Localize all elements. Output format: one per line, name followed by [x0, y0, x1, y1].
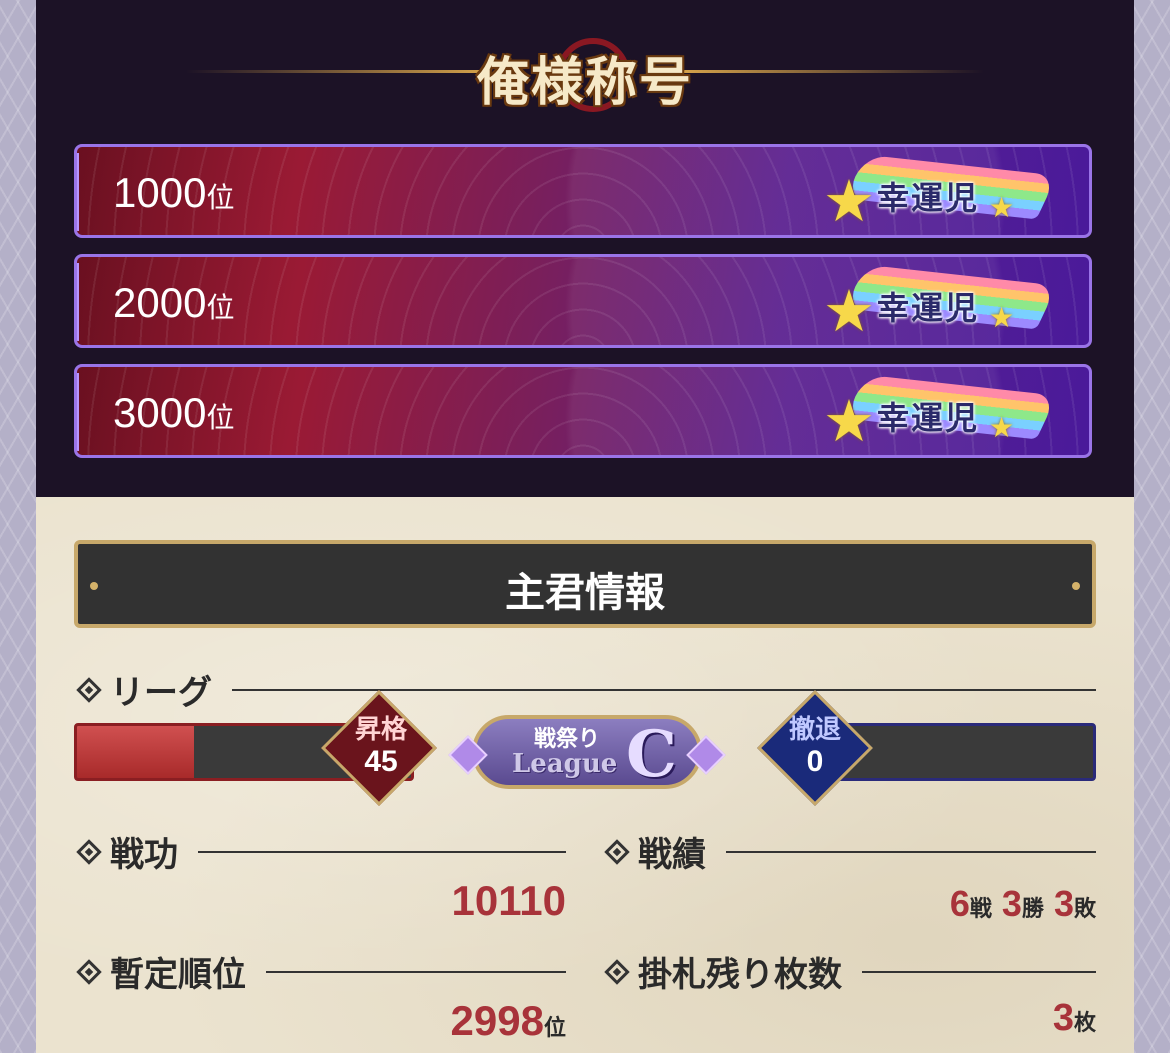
small-star-icon: ★: [989, 411, 1015, 444]
star-icon: ★: [823, 277, 875, 345]
badge-label: 幸運児: [877, 179, 980, 217]
badge-label: 幸運児: [877, 289, 980, 327]
rank-reward-row[interactable]: 1000位 ★ ★ 幸運児: [74, 144, 1092, 238]
section-header: 主君情報: [74, 540, 1096, 628]
diamond-icon: [76, 676, 102, 703]
diamond-icon: [76, 958, 102, 985]
league-status-bar: 昇格 45 戦祭り League C 撤退 0: [74, 690, 1096, 806]
league-letter: C: [626, 717, 677, 792]
record-heading: 戦績: [602, 827, 1096, 876]
section-title: 俺様称号: [476, 52, 693, 113]
right-border-pattern: [1134, 0, 1170, 1053]
star-icon: ★: [823, 167, 875, 235]
diamond-icon: [604, 838, 630, 865]
title-rewards-section: 俺様称号 1000位 ★ ★ 幸運児 2000位 ★ ★ 幸運児 3000位 ★…: [36, 0, 1134, 497]
retreat-value: 0: [806, 745, 824, 778]
rank-label: 2000位: [113, 279, 235, 326]
wing-left-icon: [448, 735, 488, 775]
provisional-rank-value: 2998位: [450, 997, 566, 1044]
main-panel: 俺様称号 1000位 ★ ★ 幸運児 2000位 ★ ★ 幸運児 3000位 ★…: [36, 0, 1134, 1053]
diamond-icon: [76, 838, 102, 865]
star-icon: ★: [823, 387, 875, 455]
rank-label: 1000位: [113, 169, 235, 216]
title-area: 俺様称号: [36, 20, 1134, 120]
heading-rule: [266, 970, 566, 973]
rank-label: 3000位: [113, 389, 235, 436]
small-star-icon: ★: [989, 301, 1015, 334]
retreat-label: 撤退: [788, 715, 841, 745]
promotion-progress-fill: [77, 726, 194, 778]
merit-heading: 戦功: [74, 827, 566, 876]
heading-rule: [726, 850, 1096, 853]
lucky-badge-icon: ★ ★ 幸運児: [811, 264, 1061, 345]
wing-right-icon: [686, 735, 726, 775]
provisional-rank-heading: 暫定順位: [74, 947, 566, 996]
rank-reward-row[interactable]: 2000位 ★ ★ 幸運児: [74, 254, 1092, 348]
remaining-tags-heading: 掛札残り枚数: [602, 947, 1096, 996]
remaining-tags-value: 3枚: [1052, 997, 1096, 1039]
small-star-icon: ★: [989, 191, 1015, 224]
rank-reward-row[interactable]: 3000位 ★ ★ 幸運児: [74, 364, 1092, 458]
heading-rule: [198, 850, 566, 853]
lucky-badge-icon: ★ ★ 幸運児: [811, 374, 1061, 455]
merit-value: 10110: [451, 877, 566, 924]
league-heading: リーグ: [74, 665, 1096, 714]
diamond-icon: [604, 958, 630, 985]
section-header-label: 主君情報: [505, 569, 665, 616]
promotion-label: 昇格: [354, 715, 407, 745]
left-border-pattern: [0, 0, 36, 1053]
lord-info-section: 主君情報 リーグ 昇格 45 戦祭り League C 撤退 0 戦功 1011…: [36, 497, 1134, 1053]
league-emblem: 戦祭り League C: [448, 715, 726, 792]
lucky-badge-icon: ★ ★ 幸運児: [811, 154, 1061, 235]
record-value: 6戦 3勝 3敗: [949, 883, 1096, 924]
promotion-value: 45: [364, 745, 398, 778]
heading-rule: [232, 688, 1096, 691]
league-word: League: [512, 749, 618, 779]
heading-rule: [862, 970, 1096, 973]
badge-label: 幸運児: [877, 399, 980, 437]
